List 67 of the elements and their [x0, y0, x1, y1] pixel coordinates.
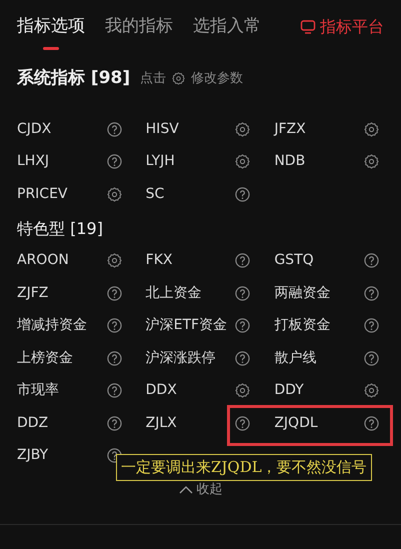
indicator-name[interactable]: ZJLX: [146, 412, 177, 434]
settings-icon[interactable]: [364, 122, 379, 137]
tab[interactable]: 选指入常: [193, 14, 261, 50]
indicator-name[interactable]: 打板资金: [274, 315, 330, 336]
hint-text: 修改参数: [191, 70, 244, 88]
indicator-name[interactable]: LHXJ: [17, 151, 50, 172]
indicator-name[interactable]: DDX: [146, 380, 177, 402]
section-title: 系统指标 [98]: [17, 66, 130, 90]
help-icon[interactable]: [364, 253, 379, 268]
help-icon[interactable]: [106, 416, 122, 431]
monitor-icon: [300, 18, 316, 35]
indicator-name[interactable]: HISV: [146, 118, 179, 140]
indicator-name[interactable]: NDB: [274, 151, 306, 172]
indicator-name[interactable]: 上榜资金: [17, 348, 73, 369]
chevron-up-icon: [178, 484, 192, 495]
help-icon[interactable]: [364, 350, 379, 366]
indicator-name[interactable]: 沪深ETF资金: [146, 315, 228, 336]
help-icon[interactable]: [235, 286, 250, 301]
help-icon[interactable]: [106, 350, 122, 366]
indicator-name[interactable]: JFZX: [274, 118, 306, 140]
help-icon[interactable]: [364, 416, 379, 431]
settings-icon[interactable]: [364, 154, 379, 170]
tab[interactable]: 我的指标: [105, 14, 173, 50]
help-icon[interactable]: [106, 286, 122, 301]
settings-icon[interactable]: [235, 154, 250, 170]
help-icon[interactable]: [364, 318, 379, 334]
help-icon[interactable]: [106, 318, 122, 334]
settings-icon[interactable]: [364, 383, 379, 398]
indicator-name[interactable]: DDY: [274, 380, 304, 402]
platform-link[interactable]: 指标平台: [300, 14, 384, 49]
indicator-name[interactable]: GSTQ: [274, 250, 314, 272]
help-icon[interactable]: [235, 350, 250, 366]
indicator-name[interactable]: ZJQDL: [274, 412, 318, 434]
indicator-name[interactable]: ZJBY: [17, 445, 48, 466]
indicator-name[interactable]: AROON: [17, 250, 69, 272]
help-icon[interactable]: [235, 186, 250, 202]
indicator-name[interactable]: 市现率: [17, 380, 59, 402]
help-icon[interactable]: [235, 416, 250, 431]
indicator-name[interactable]: FKX: [146, 250, 172, 272]
indicator-name[interactable]: DDZ: [17, 412, 48, 434]
help-icon[interactable]: [106, 154, 122, 170]
settings-icon[interactable]: [106, 186, 122, 202]
hint-text: 点击: [140, 70, 166, 88]
indicator-name[interactable]: 沪深涨跌停: [146, 348, 216, 369]
active-tab-indicator: [43, 46, 59, 50]
help-icon[interactable]: [106, 383, 122, 398]
indicator-name[interactable]: ZJFZ: [17, 282, 48, 304]
indicator-name[interactable]: 散户线: [274, 348, 316, 369]
group-title: 特色型 [19]: [16, 218, 104, 240]
settings-icon[interactable]: [235, 122, 250, 137]
settings-icon[interactable]: [172, 72, 186, 85]
help-icon[interactable]: [235, 253, 250, 268]
collapse-button[interactable]: 收起: [178, 480, 222, 500]
annotation-callout: 一定要调出来ZJQDL，要不然没信号: [116, 454, 372, 480]
indicator-name[interactable]: CJDX: [17, 118, 52, 140]
indicator-name[interactable]: LYJH: [146, 151, 175, 172]
indicator-name[interactable]: 两融资金: [274, 282, 330, 304]
indicator-name[interactable]: PRICEV: [17, 184, 68, 205]
indicator-name[interactable]: 增减持资金: [17, 315, 87, 336]
settings-icon[interactable]: [106, 253, 122, 268]
help-icon[interactable]: [106, 122, 122, 137]
help-icon[interactable]: [364, 286, 379, 301]
tab[interactable]: 指标选项: [17, 14, 85, 50]
indicator-name[interactable]: 北上资金: [146, 282, 202, 304]
indicator-name[interactable]: SC: [146, 184, 164, 205]
settings-icon[interactable]: [235, 383, 250, 398]
help-icon[interactable]: [235, 318, 250, 334]
